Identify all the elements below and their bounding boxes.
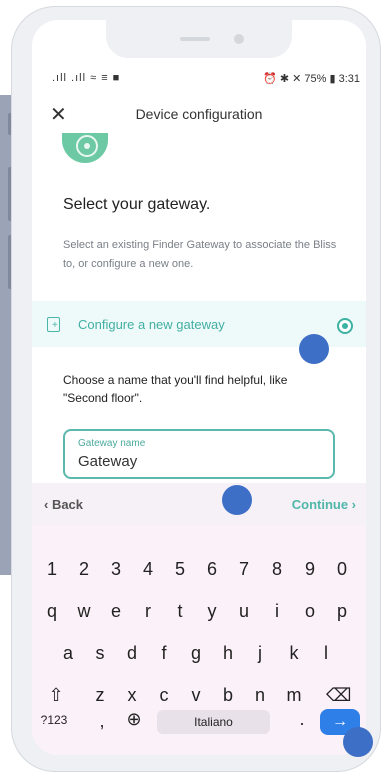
touch-marker (222, 485, 252, 515)
radio-selected[interactable] (337, 318, 353, 334)
touch-marker (343, 727, 373, 757)
key[interactable]: 6 (200, 559, 224, 580)
key[interactable]: o (298, 601, 322, 622)
status-right: ⏰ ✱ ✕ 75% ▮ 3:31 (263, 73, 360, 85)
key[interactable]: u (232, 601, 256, 622)
number-row: 1 2 3 4 5 6 7 8 9 0 (32, 559, 366, 589)
key[interactable]: n (248, 685, 272, 706)
letter-row-1: q w e r t y u i o p (32, 601, 366, 631)
field-label: Gateway name (78, 438, 146, 449)
key[interactable]: i (265, 601, 289, 622)
key[interactable]: 2 (72, 559, 96, 580)
key[interactable]: 5 (168, 559, 192, 580)
key[interactable]: q (40, 601, 64, 622)
period-key[interactable]: . (290, 709, 314, 730)
space-bar[interactable]: Italiano (157, 710, 270, 734)
signal-icons: .ıll .ıll ≈ ≡ ■ (52, 72, 121, 84)
gateway-name-field[interactable]: Gateway name Gateway (63, 429, 335, 479)
key[interactable]: 0 (330, 559, 354, 580)
section-heading: Select your gateway. (63, 196, 211, 213)
key[interactable]: 3 (104, 559, 128, 580)
key[interactable]: z (88, 685, 112, 706)
key[interactable]: a (56, 643, 80, 664)
key[interactable]: g (184, 643, 208, 664)
key[interactable]: b (216, 685, 240, 706)
globe-icon[interactable]: ⊕ (122, 709, 146, 730)
key[interactable]: 9 (298, 559, 322, 580)
key[interactable]: w (72, 601, 96, 622)
camera (234, 34, 244, 44)
speaker-grille (180, 37, 210, 41)
symbols-key[interactable]: ?123 (34, 713, 74, 727)
key[interactable]: s (88, 643, 112, 664)
phone-screen: .ıll .ıll ≈ ≡ ■ ⏰ ✱ ✕ 75% ▮ 3:31 ✕ Devic… (32, 20, 366, 755)
keyboard-accessory-bar: ‹ Back Continue › (32, 483, 366, 525)
page-title: Device configuration (135, 106, 263, 122)
key[interactable]: p (330, 601, 354, 622)
key[interactable]: x (120, 685, 144, 706)
gateway-signal-icon (62, 133, 108, 163)
comma-key[interactable]: , (90, 711, 114, 732)
key[interactable]: e (104, 601, 128, 622)
key[interactable]: t (168, 601, 192, 622)
key[interactable]: f (152, 643, 176, 664)
key[interactable]: j (248, 643, 272, 664)
key[interactable]: m (282, 685, 306, 706)
field-value[interactable]: Gateway (78, 453, 137, 470)
key[interactable]: 7 (232, 559, 256, 580)
option-label: Configure a new gateway (78, 317, 225, 332)
key[interactable]: h (216, 643, 240, 664)
back-button[interactable]: ‹ Back (44, 497, 83, 512)
status-bar: .ıll .ıll ≈ ≡ ■ ⏰ ✱ ✕ 75% ▮ 3:31 (32, 72, 366, 86)
keyboard: 1 2 3 4 5 6 7 8 9 0 q w e r t y u i o p … (32, 525, 366, 755)
key[interactable]: l (314, 643, 338, 664)
add-device-icon (47, 317, 60, 332)
key[interactable]: d (120, 643, 144, 664)
backspace-icon[interactable]: ⌫ (326, 685, 351, 706)
top-bar: ✕ Device configuration (32, 98, 366, 132)
key[interactable]: 1 (40, 559, 64, 580)
key[interactable]: r (136, 601, 160, 622)
key[interactable]: k (282, 643, 306, 664)
touch-marker (299, 334, 329, 364)
key[interactable]: c (152, 685, 176, 706)
shift-icon[interactable]: ⇧ (44, 685, 68, 706)
notch (106, 20, 292, 58)
continue-button[interactable]: Continue › (292, 497, 356, 512)
key[interactable]: y (200, 601, 224, 622)
key[interactable]: 4 (136, 559, 160, 580)
name-prompt: Choose a name that you'll find helpful, … (63, 373, 288, 405)
key[interactable]: v (184, 685, 208, 706)
key[interactable]: 8 (265, 559, 289, 580)
letter-row-2: a s d f g h j k l (32, 643, 366, 673)
section-description: Select an existing Finder Gateway to ass… (63, 239, 337, 270)
